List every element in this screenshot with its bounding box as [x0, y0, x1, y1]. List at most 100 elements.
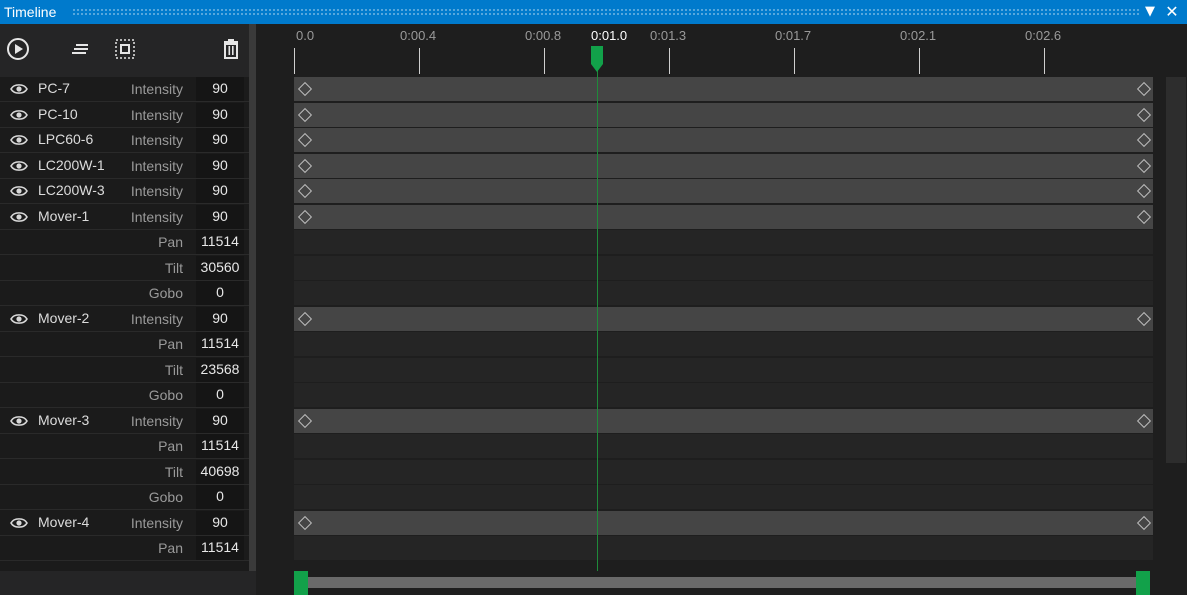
- parameter-value-field[interactable]: 90: [196, 409, 244, 433]
- vertical-scrollbar[interactable]: [1165, 77, 1187, 571]
- eye-icon[interactable]: [10, 414, 28, 428]
- align-button[interactable]: [67, 36, 95, 64]
- toolbar: [0, 24, 249, 77]
- track-label-row[interactable]: PC-10 Intensity 90: [0, 103, 249, 128]
- empty-lane[interactable]: [294, 383, 1153, 407]
- empty-lane[interactable]: [294, 536, 1153, 560]
- track-label-row[interactable]: PC-7 Intensity 90: [0, 77, 249, 102]
- parameter-value-field[interactable]: 0: [196, 485, 244, 509]
- trash-icon: [224, 39, 238, 59]
- track-label-row[interactable]: Pan 11514: [0, 332, 249, 357]
- eye-icon[interactable]: [10, 210, 28, 224]
- track-label-row[interactable]: Pan 11514: [0, 230, 249, 255]
- empty-lane[interactable]: [294, 281, 1153, 305]
- parameter-value-field[interactable]: 11514: [196, 332, 244, 356]
- parameter-name: Pan: [158, 234, 183, 250]
- track-label-row[interactable]: LPC60-6 Intensity 90: [0, 128, 249, 153]
- track-label-row[interactable]: Gobo 0: [0, 383, 249, 408]
- range-start-handle[interactable]: [294, 571, 308, 595]
- track-label-row[interactable]: Pan 11514: [0, 434, 249, 459]
- vertical-scroll-thumb[interactable]: [1166, 77, 1186, 463]
- keyframe-clip[interactable]: [294, 409, 1153, 433]
- parameter-value-field[interactable]: 11514: [196, 230, 244, 254]
- range-end-handle[interactable]: [1136, 571, 1150, 595]
- range-track[interactable]: [305, 577, 1137, 588]
- keyframe-clip[interactable]: [294, 205, 1153, 229]
- track-label-row[interactable]: Tilt 30560: [0, 256, 249, 281]
- eye-icon[interactable]: [10, 312, 28, 326]
- close-icon[interactable]: ✕: [1163, 2, 1181, 22]
- parameter-value-field[interactable]: 90: [196, 205, 244, 229]
- parameter-value-field[interactable]: 90: [196, 307, 244, 331]
- parameter-value-field[interactable]: 11514: [196, 434, 244, 458]
- parameter-value-field[interactable]: 0: [196, 383, 244, 407]
- keyframe-clip[interactable]: [294, 103, 1153, 127]
- parameter-value-field[interactable]: 90: [196, 128, 244, 152]
- parameter-name: Gobo: [148, 285, 183, 301]
- parameter-value-field[interactable]: 90: [196, 103, 244, 127]
- playhead-handle[interactable]: [591, 46, 603, 72]
- empty-lane[interactable]: [294, 460, 1153, 484]
- track-label-row[interactable]: Gobo 0: [0, 281, 249, 306]
- track-label-row[interactable]: Mover-2 Intensity 90: [0, 307, 249, 332]
- fixture-name: LC200W-1: [38, 157, 105, 173]
- parameter-value-field[interactable]: 90: [196, 511, 244, 535]
- keyframe-clip[interactable]: [294, 307, 1153, 331]
- track-label-row[interactable]: Tilt 40698: [0, 460, 249, 485]
- play-button[interactable]: [4, 36, 32, 64]
- select-box-button[interactable]: [111, 36, 139, 64]
- ruler-label: 0:01.7: [775, 28, 812, 43]
- track-label-row[interactable]: Tilt 23568: [0, 358, 249, 383]
- parameter-value-field[interactable]: 90: [196, 154, 244, 178]
- title-grip[interactable]: [72, 8, 1139, 16]
- track-label-row[interactable]: Mover-4 Intensity 90: [0, 511, 249, 536]
- keyframe-clip[interactable]: [294, 179, 1153, 203]
- ruler-label: 0:01.3: [650, 28, 687, 43]
- eye-icon[interactable]: [10, 133, 28, 147]
- keyframe-clip[interactable]: [294, 128, 1153, 152]
- empty-lane[interactable]: [294, 485, 1153, 509]
- ruler-tick: [669, 48, 670, 74]
- parameter-value-field[interactable]: 23568: [196, 358, 244, 382]
- parameter-value-field[interactable]: 0: [196, 281, 244, 305]
- track-label-row[interactable]: Mover-1 Intensity 90: [0, 205, 249, 230]
- parameter-value-field[interactable]: 40698: [196, 460, 244, 484]
- track-row: [256, 358, 1165, 383]
- parameter-name: Intensity: [130, 413, 183, 429]
- panel-splitter[interactable]: [249, 24, 256, 571]
- keyframe-clip[interactable]: [294, 77, 1153, 101]
- ruler-tick: [919, 48, 920, 74]
- dropdown-icon[interactable]: ▼: [1141, 2, 1159, 22]
- track-row: [256, 179, 1165, 204]
- row-separator: [0, 458, 249, 459]
- eye-icon[interactable]: [10, 184, 28, 198]
- parameter-value-field[interactable]: 30560: [196, 256, 244, 280]
- delete-button[interactable]: [217, 36, 245, 64]
- track-label-row[interactable]: Mover-3 Intensity 90: [0, 409, 249, 434]
- fixture-name: Mover-4: [38, 514, 90, 530]
- empty-lane[interactable]: [294, 230, 1153, 254]
- parameter-value-field[interactable]: 90: [196, 179, 244, 203]
- ruler-label: 0:02.1: [900, 28, 937, 43]
- eye-icon[interactable]: [10, 108, 28, 122]
- eye-icon[interactable]: [10, 516, 28, 530]
- time-ruler[interactable]: 0.0 0:00.4 0:00.8 0:01.3 0:01.7 0:02.1 0…: [256, 24, 1187, 77]
- track-label-row[interactable]: Gobo 0: [0, 485, 249, 510]
- parameter-value-field[interactable]: 90: [196, 77, 244, 101]
- empty-lane[interactable]: [294, 358, 1153, 382]
- fixture-name: PC-7: [38, 80, 70, 96]
- keyframe-clip[interactable]: [294, 511, 1153, 535]
- track-label-row[interactable]: Pan 11514: [0, 536, 249, 561]
- track-label-row[interactable]: LC200W-3 Intensity 90: [0, 179, 249, 204]
- empty-lane[interactable]: [294, 434, 1153, 458]
- fixture-name: PC-10: [38, 106, 78, 122]
- parameter-name: Tilt: [164, 260, 183, 276]
- fixture-name: Mover-2: [38, 310, 90, 326]
- track-label-row[interactable]: LC200W-1 Intensity 90: [0, 154, 249, 179]
- keyframe-clip[interactable]: [294, 154, 1153, 178]
- empty-lane[interactable]: [294, 256, 1153, 280]
- parameter-value-field[interactable]: 11514: [196, 536, 244, 560]
- eye-icon[interactable]: [10, 82, 28, 96]
- empty-lane[interactable]: [294, 332, 1153, 356]
- eye-icon[interactable]: [10, 159, 28, 173]
